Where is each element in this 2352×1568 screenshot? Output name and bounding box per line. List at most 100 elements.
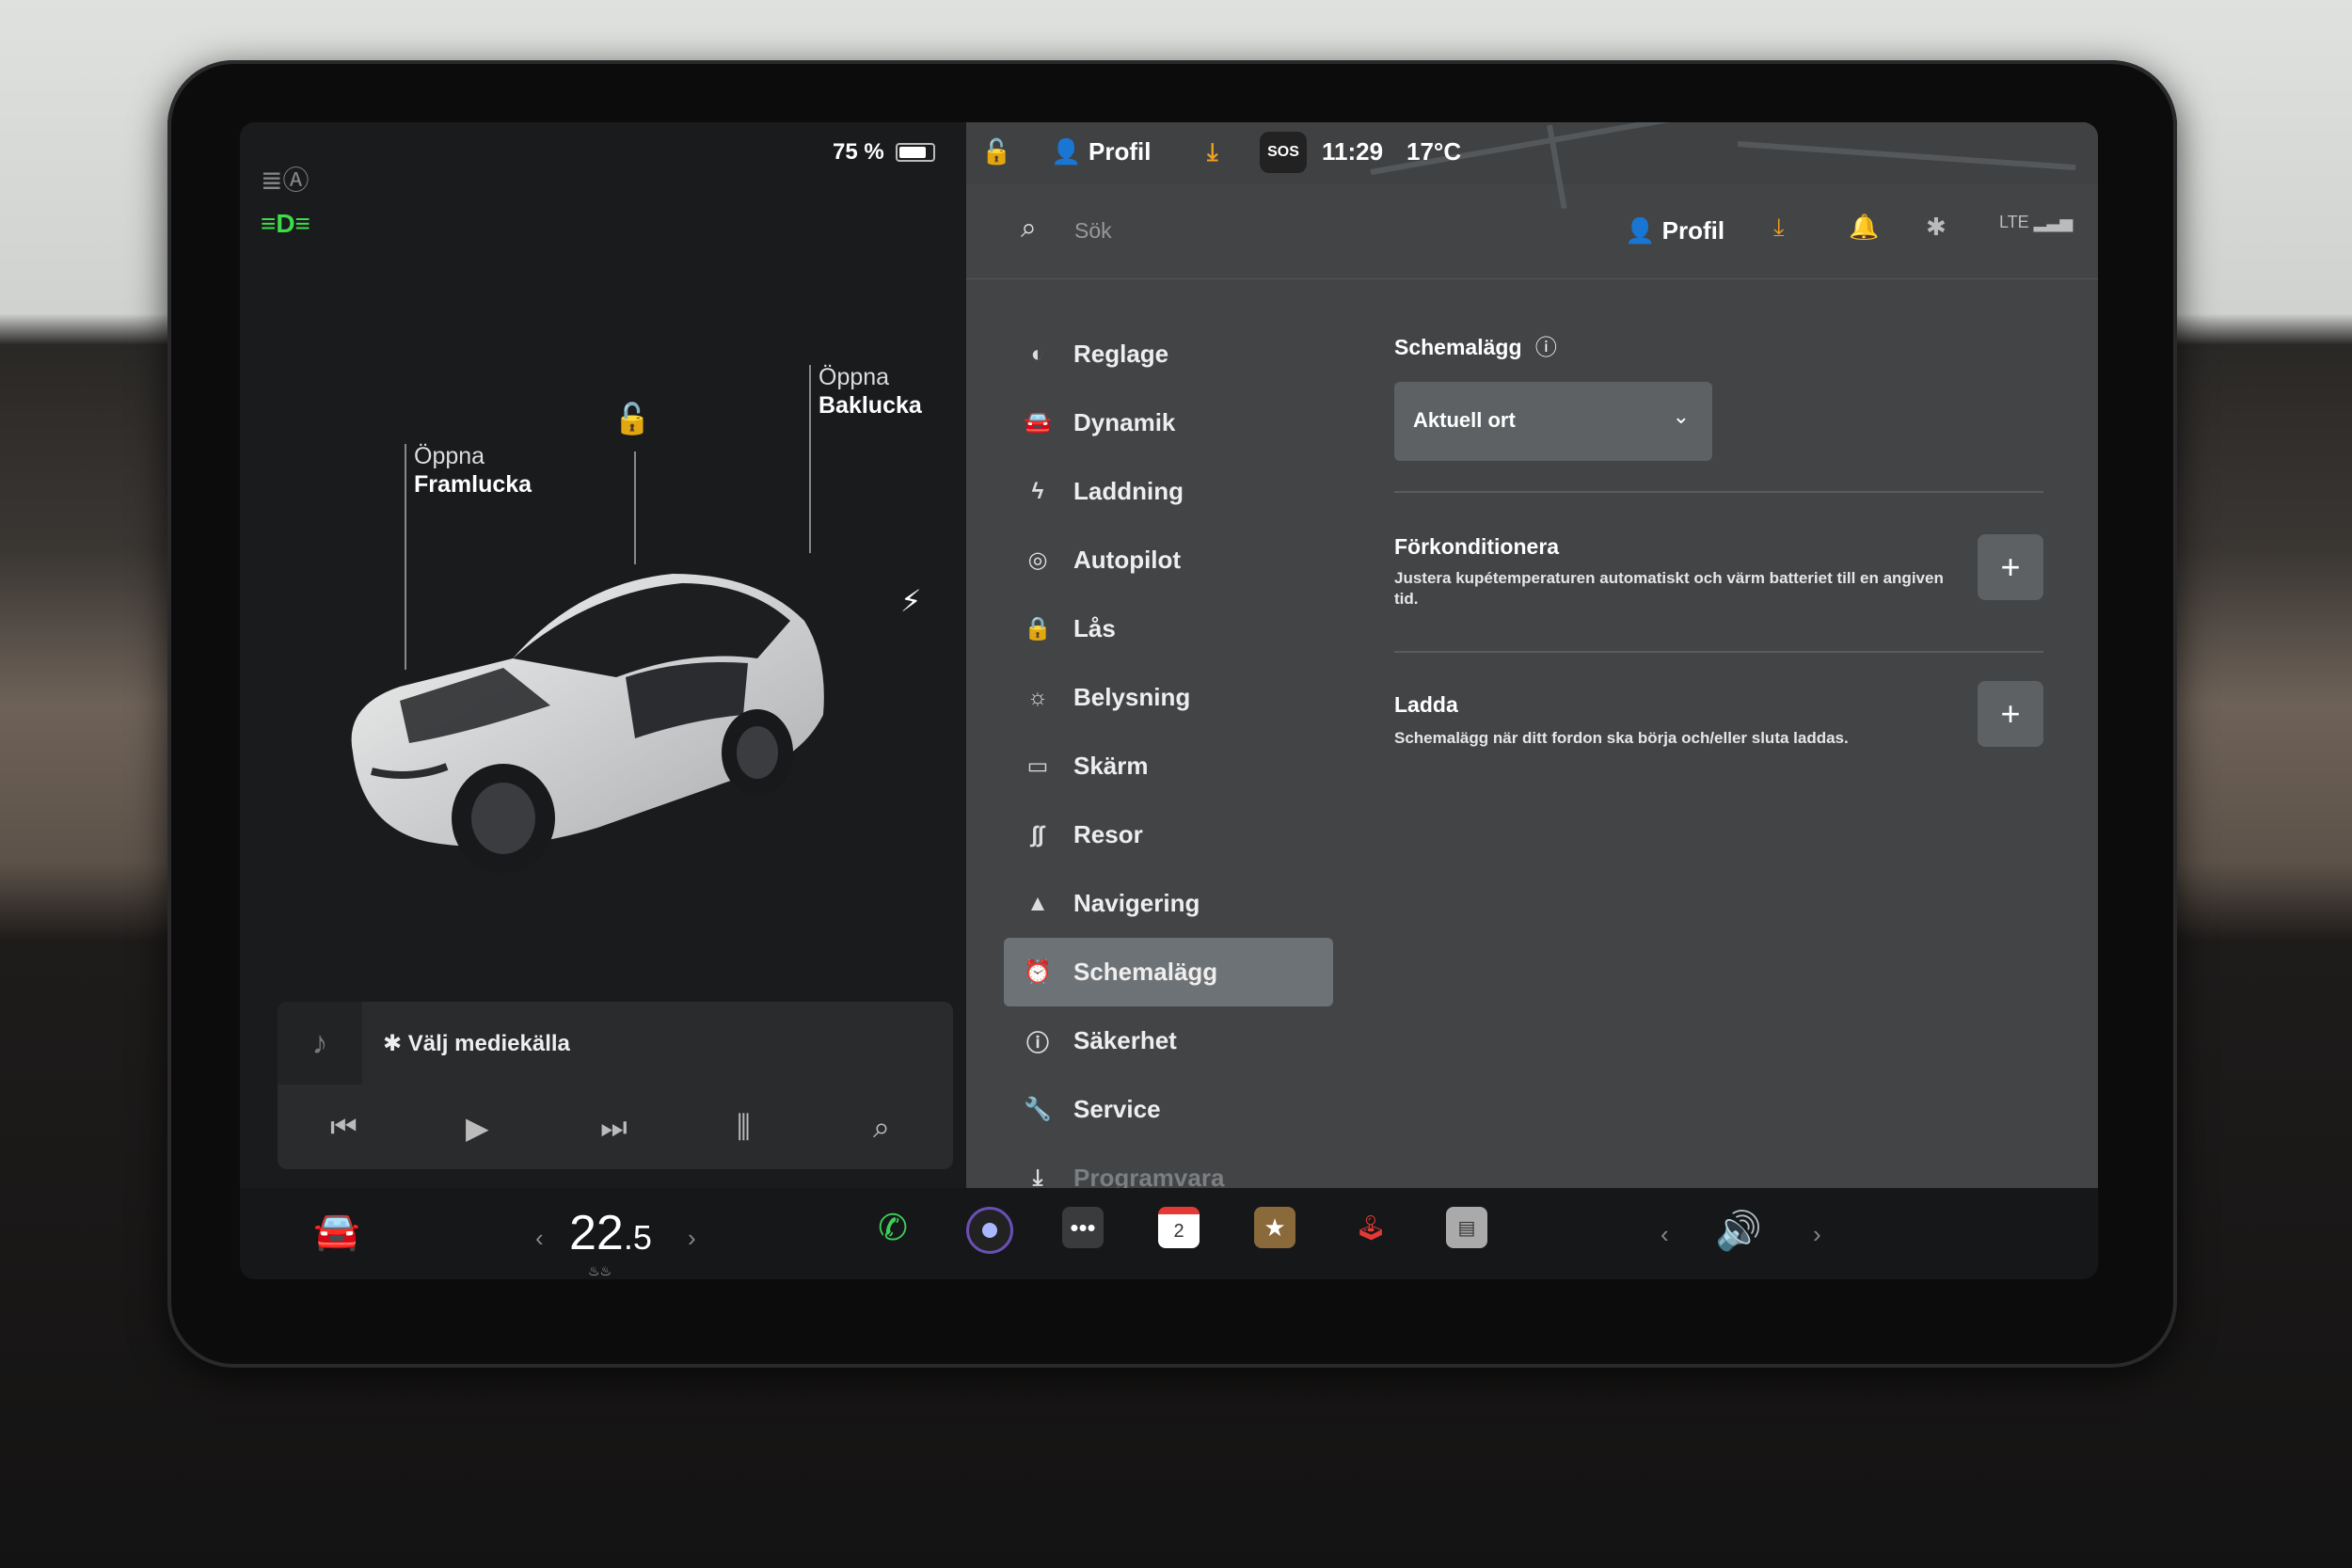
menu-item-resor[interactable]: ∫∫ Resor — [1004, 800, 1333, 869]
open-frunk-label-line1: Öppna — [414, 443, 485, 469]
map-road — [1737, 141, 2076, 171]
location-dropdown[interactable]: Aktuell ort ⌄ — [1394, 382, 1712, 461]
car-icon: 🚘 — [1024, 410, 1052, 436]
menu-item-label: Dynamik — [1073, 408, 1176, 436]
menu-item-label: Schemalägg — [1073, 958, 1218, 986]
add-precondition-button[interactable]: + — [1978, 534, 2043, 600]
menu-item-schemalägg[interactable]: ⏰ Schemalägg — [1004, 938, 1333, 1006]
battery-icon — [896, 143, 935, 162]
bottom-dock: 🚘 ‹ 22.5 › ♨♨ ✆ ••• 2 ★ 🕹 ▤ ‹ 🔊 › — [240, 1188, 2098, 1279]
menu-item-dynamik[interactable]: 🚘 Dynamik — [1004, 388, 1333, 457]
temp-up-chevron[interactable]: › — [688, 1224, 696, 1253]
car-model-image — [351, 574, 824, 873]
volume-icon[interactable]: 🔊 — [1715, 1209, 1762, 1253]
chevron-down-icon: ⌄ — [1672, 404, 1690, 428]
menu-item-lås[interactable]: 🔒 Lås — [1004, 594, 1333, 663]
next-track-icon[interactable]: ⏭ — [600, 1110, 628, 1146]
arcade-joystick-icon[interactable]: 🕹 — [1350, 1207, 1391, 1248]
settings-pane: 🔓 👤 Profil ⤓ SOS 11:29 17°C ⌕ Sök 👤 Prof… — [966, 122, 2098, 1192]
more-apps-icon[interactable]: ••• — [1062, 1207, 1104, 1248]
open-trunk-label-line2: Baklucka — [818, 392, 922, 419]
media-search-icon[interactable]: ⌕ — [873, 1110, 890, 1146]
search-icon: ⌕ — [1021, 213, 1037, 244]
clock: 11:29 — [1322, 137, 1384, 166]
previous-track-icon[interactable]: ⏮ — [330, 1110, 358, 1146]
lock-icon: 🔒 — [1024, 616, 1052, 641]
wrench-icon: 🔧 — [1024, 1097, 1052, 1122]
menu-item-reglage[interactable]: ◐ Reglage — [1004, 320, 1333, 388]
menu-item-label: Service — [1073, 1095, 1161, 1123]
open-trunk-label[interactable]: Öppna Baklucka — [818, 363, 922, 420]
toybox-icon[interactable]: ★ — [1254, 1207, 1295, 1248]
outside-temperature: 17°C — [1406, 137, 1462, 166]
menu-item-label: Laddning — [1073, 477, 1184, 505]
music-note-icon: ♪ — [278, 1002, 362, 1085]
media-source-selector[interactable]: ✱ Välj mediekälla — [383, 1030, 570, 1057]
menu-item-service[interactable]: 🔧 Service — [1004, 1075, 1333, 1144]
open-frunk-label[interactable]: Öppna Framlucka — [414, 442, 532, 499]
charge-title: Ladda — [1394, 692, 1458, 717]
steering-wheel-icon: ◎ — [1027, 547, 1048, 573]
download-icon[interactable]: ⤓ — [1773, 213, 1785, 243]
car-icon[interactable]: 🚘 — [313, 1209, 360, 1253]
volume-down-chevron[interactable]: ‹ — [1661, 1220, 1669, 1249]
menu-item-belysning[interactable]: ☼ Belysning — [1004, 663, 1333, 732]
menu-item-label: Autopilot — [1073, 546, 1182, 574]
calendar-icon[interactable]: 2 — [1158, 1207, 1200, 1248]
temp-down-chevron[interactable]: ‹ — [535, 1224, 544, 1253]
download-icon[interactable]: ⤓ — [1207, 137, 1218, 167]
menu-item-label: Reglage — [1073, 340, 1169, 368]
calendar-day: 2 — [1173, 1220, 1184, 1242]
seat-heater-icon[interactable]: ♨♨ — [588, 1263, 612, 1279]
settings-menu: ◐ Reglage 🚘 Dynamik ϟ Laddning ◎ Autopilot 🔒 Lås ☼… — [1004, 320, 1333, 1212]
menu-item-skärm[interactable]: ▭ Skärm — [1004, 732, 1333, 800]
precondition-title: Förkonditionera — [1394, 534, 1560, 559]
sos-button[interactable]: SOS — [1260, 132, 1307, 173]
profile-icon: 👤 — [1625, 216, 1662, 245]
info-icon[interactable]: ⓘ — [1535, 335, 1557, 359]
settings-search-bar: ⌕ Sök 👤 Profil ⤓ 🔔 ✱ LTE ▂▃▅ — [966, 184, 2098, 279]
auto-headlights-icon: ≣Ⓐ — [261, 166, 310, 195]
bluetooth-icon[interactable]: ✱ — [1926, 213, 1947, 242]
volume-up-chevron[interactable]: › — [1813, 1220, 1821, 1249]
charge-description: Schemalägg när ditt fordon ska börja och… — [1394, 729, 1849, 747]
phone-icon[interactable]: ✆ — [872, 1207, 914, 1248]
menu-item-autopilot[interactable]: ◎ Autopilot — [1004, 526, 1333, 594]
dashcam-viewer-icon[interactable]: ▤ — [1446, 1207, 1487, 1248]
temp-whole: 22 — [569, 1206, 624, 1260]
open-frunk-label-line2: Framlucka — [414, 471, 532, 498]
unlocked-status-icon[interactable]: 🔓 — [981, 137, 1011, 166]
precondition-description: Justera kupétemperaturen automatiskt och… — [1394, 569, 1944, 608]
menu-item-navigering[interactable]: ▲ Navigering — [1004, 869, 1333, 938]
camera-icon[interactable] — [966, 1207, 1013, 1254]
menu-item-laddning[interactable]: ϟ Laddning — [1004, 457, 1333, 526]
menu-item-label: Resor — [1073, 820, 1143, 848]
add-charge-schedule-button[interactable]: + — [1978, 681, 2043, 747]
equalizer-icon[interactable]: ⫼ — [737, 1110, 751, 1146]
sun-icon: ☼ — [1027, 684, 1048, 710]
divider — [1394, 651, 2043, 653]
media-source-label: Välj mediekälla — [407, 1031, 570, 1056]
toggle-icon: ◐ — [1030, 341, 1045, 367]
profile-button-search[interactable]: 👤 Profil — [1625, 216, 1724, 245]
unlock-icon[interactable]: 🔓 — [613, 401, 651, 436]
cabin-temperature[interactable]: 22.5 — [569, 1205, 652, 1261]
profile-label: Profil — [1661, 216, 1725, 245]
charge-port-icon[interactable]: ⚡ — [900, 583, 921, 619]
status-bar: 🔓 👤 Profil ⤓ SOS 11:29 17°C — [966, 122, 2098, 210]
profile-icon: 👤 — [1051, 137, 1082, 166]
battery-percent: 75 % — [833, 139, 884, 165]
car-view-pane: ≣Ⓐ ≡D≡ 75 % Öppna Framlucka Öppna Bakluc… — [240, 122, 966, 1188]
menu-item-label: Navigering — [1073, 889, 1200, 917]
bell-icon[interactable]: 🔔 — [1849, 213, 1879, 242]
touchscreen: ≣Ⓐ ≡D≡ 75 % Öppna Framlucka Öppna Bakluc… — [240, 122, 2098, 1279]
display-icon: ▭ — [1026, 753, 1049, 779]
trips-icon: ∫∫ — [1031, 821, 1044, 847]
play-icon[interactable]: ▶ — [466, 1110, 489, 1146]
search-input[interactable]: Sök — [1074, 218, 1112, 244]
menu-item-label: Lås — [1073, 614, 1116, 642]
profile-button[interactable]: Profil — [1089, 137, 1151, 166]
sos-label: SOS — [1267, 144, 1299, 160]
lightning-icon: ϟ — [1031, 478, 1044, 504]
menu-item-säkerhet[interactable]: ⓘ Säkerhet — [1004, 1006, 1333, 1075]
